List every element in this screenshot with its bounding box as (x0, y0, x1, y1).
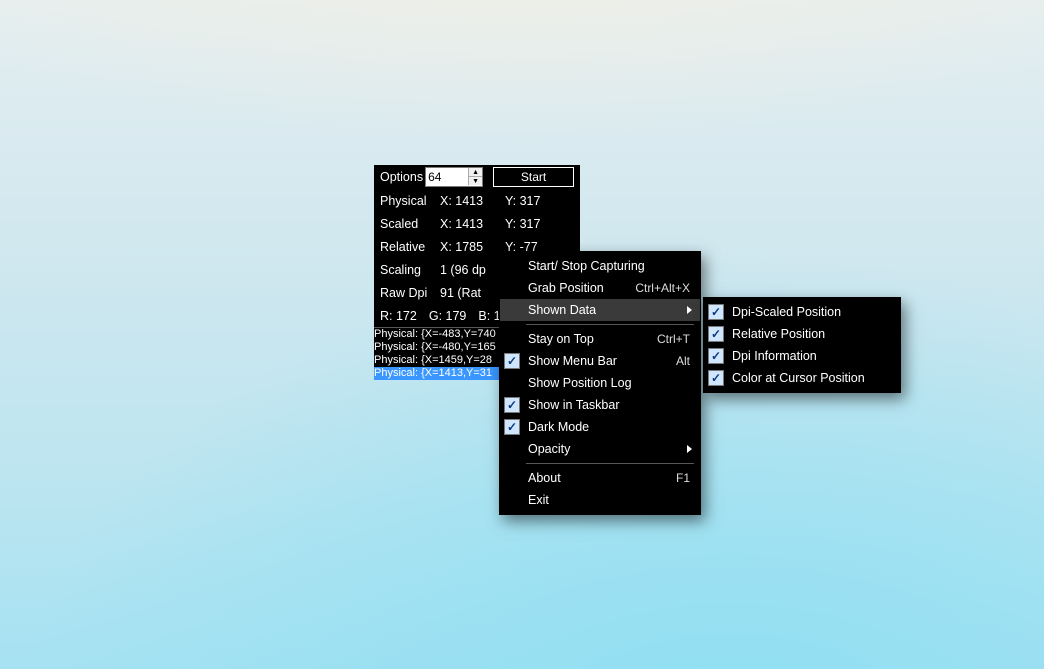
menu-accelerator: Ctrl+T (657, 332, 690, 346)
submenu-color[interactable]: ✓ Color at Cursor Position (704, 367, 900, 389)
menu-accelerator: Alt (676, 354, 690, 368)
physical-y: Y: 317 (505, 194, 574, 208)
physical-label: Physical (380, 194, 440, 208)
check-icon: ✓ (504, 353, 520, 369)
scaled-row: Scaled X: 1413 Y: 317 (374, 212, 580, 235)
menu-label: Show Position Log (528, 376, 690, 390)
menu-shown-data[interactable]: Shown Data (500, 299, 700, 321)
menu-opacity[interactable]: Opacity (500, 438, 700, 460)
relative-x: X: 1785 (440, 240, 505, 254)
spinner-buttons: ▲ ▼ (468, 168, 482, 185)
menu-label: Grab Position (528, 281, 625, 295)
menu-label: Relative Position (732, 327, 890, 341)
menu-label: Show in Taskbar (528, 398, 690, 412)
rgb-r: R: 172 (380, 309, 417, 323)
header-row: Options ▲ ▼ Start (374, 165, 580, 189)
scaled-label: Scaled (380, 217, 440, 231)
check-icon: ✓ (504, 397, 520, 413)
submenu-relative[interactable]: ✓ Relative Position (704, 323, 900, 345)
rgb-g: G: 179 (429, 309, 467, 323)
submenu-dpi-scaled[interactable]: ✓ Dpi-Scaled Position (704, 301, 900, 323)
menu-accelerator: F1 (676, 471, 690, 485)
menu-grab-position[interactable]: Grab Position Ctrl+Alt+X (500, 277, 700, 299)
menu-label: Stay on Top (528, 332, 647, 346)
menu-show-in-taskbar[interactable]: ✓ Show in Taskbar (500, 394, 700, 416)
menu-show-menu-bar[interactable]: ✓ Show Menu Bar Alt (500, 350, 700, 372)
relative-label: Relative (380, 240, 440, 254)
delay-spinner[interactable]: ▲ ▼ (425, 167, 483, 187)
menu-label: Dpi Information (732, 349, 890, 363)
check-icon: ✓ (708, 370, 724, 386)
physical-row: Physical X: 1413 Y: 317 (374, 189, 580, 212)
spinner-down-icon[interactable]: ▼ (469, 176, 482, 185)
menu-show-position-log[interactable]: Show Position Log (500, 372, 700, 394)
menu-label: Dpi-Scaled Position (732, 305, 890, 319)
menu-label: Shown Data (528, 303, 690, 317)
rawdpi-label: Raw Dpi (380, 286, 440, 300)
menu-separator (526, 324, 694, 325)
menu-label: Exit (528, 493, 690, 507)
scaled-x: X: 1413 (440, 217, 505, 231)
check-icon: ✓ (708, 326, 724, 342)
check-icon: ✓ (708, 348, 724, 364)
menu-exit[interactable]: Exit (500, 489, 700, 511)
physical-x: X: 1413 (440, 194, 505, 208)
menu-label: Color at Cursor Position (732, 371, 890, 385)
menu-label: Start/ Stop Capturing (528, 259, 690, 273)
menu-label: Show Menu Bar (528, 354, 666, 368)
submenu-dpi-info[interactable]: ✓ Dpi Information (704, 345, 900, 367)
menu-label: About (528, 471, 666, 485)
menu-label: Opacity (528, 442, 690, 456)
menu-label: Dark Mode (528, 420, 690, 434)
menu-accelerator: Ctrl+Alt+X (635, 281, 690, 295)
shown-data-submenu: ✓ Dpi-Scaled Position ✓ Relative Positio… (703, 297, 901, 393)
menu-stay-on-top[interactable]: Stay on Top Ctrl+T (500, 328, 700, 350)
scaled-y: Y: 317 (505, 217, 574, 231)
options-menu[interactable]: Options (380, 170, 423, 184)
menu-start-stop[interactable]: Start/ Stop Capturing (500, 255, 700, 277)
check-icon: ✓ (504, 419, 520, 435)
menu-dark-mode[interactable]: ✓ Dark Mode (500, 416, 700, 438)
context-menu: Start/ Stop Capturing Grab Position Ctrl… (499, 251, 701, 515)
start-button[interactable]: Start (493, 167, 574, 187)
delay-spinner-input[interactable] (426, 169, 468, 185)
check-icon: ✓ (708, 304, 724, 320)
spinner-up-icon[interactable]: ▲ (469, 168, 482, 176)
scaling-label: Scaling (380, 263, 440, 277)
menu-about[interactable]: About F1 (500, 467, 700, 489)
menu-separator (526, 463, 694, 464)
